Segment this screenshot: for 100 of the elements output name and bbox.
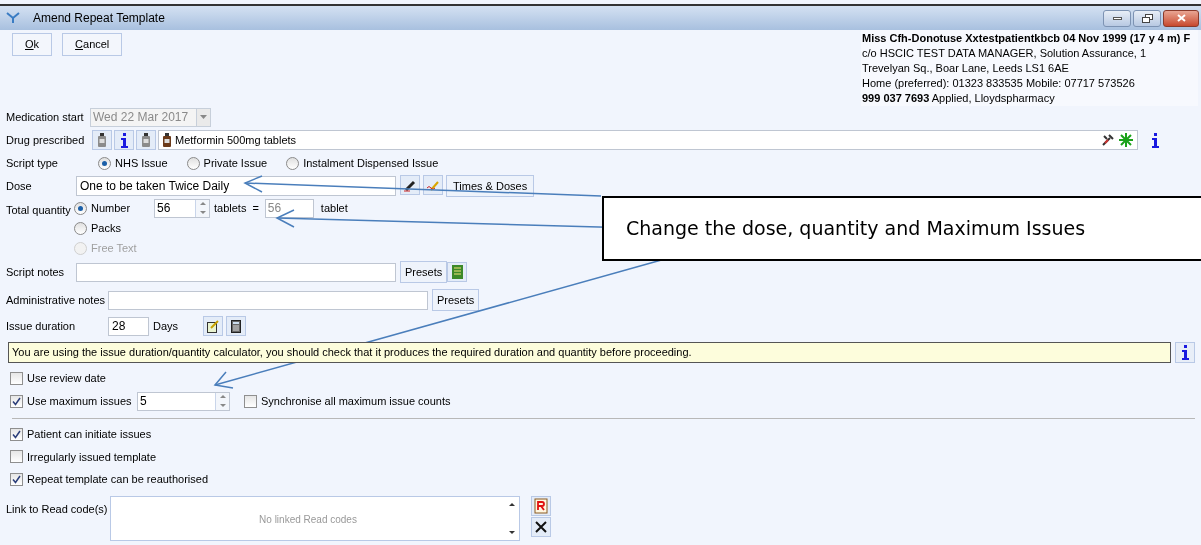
edit-icon [207,319,219,333]
edit-button[interactable] [203,316,223,336]
bottle-icon [142,133,150,147]
scroll-icon [534,497,548,514]
window-title: Amend Repeat Template [33,10,165,27]
radio-label: Number [91,200,131,216]
field-label: Drug prescribed [6,132,86,148]
checkbox-label: Patient can initiate issues [27,427,152,442]
scroll-up-icon[interactable] [509,502,515,506]
app-icon [6,12,20,24]
dose-button[interactable] [400,175,420,195]
empty-list-message: No linked Read codes [258,512,358,527]
equals-sign: = [252,200,259,216]
close-icon [535,520,547,533]
calculator-icon [231,319,241,333]
info-icon[interactable] [1152,132,1159,148]
field-label: Medication start [6,109,85,125]
restore-button[interactable] [1133,9,1161,27]
checkbox[interactable] [10,450,23,464]
patient-address: c/o HSCIC TEST DATA MANAGER, Solution Assurance, 1 [862,46,1148,61]
syringe-icon[interactable] [1101,133,1115,147]
maximum-issues-field[interactable]: 5 [137,391,230,411]
checkbox[interactable] [10,371,23,385]
radio-label: Instalment Dispensed Issue [303,155,439,171]
field-label: Total quantity [6,203,72,218]
bottle-icon [98,133,106,147]
calculator-button[interactable] [226,316,246,336]
checkbox-label: Synchronise all maximum issue counts [261,393,451,409]
document-icon [450,265,464,279]
info-message: You are using the issue duration/quantity calculator, you should check that it produces the required duration and quantity before proceeding. [8,341,1172,363]
toolbar-button[interactable]: Ok [12,33,53,56]
pen-icon [403,178,417,192]
minimize-icon [1112,16,1122,20]
checkbox[interactable] [244,394,257,408]
radio-button[interactable] [98,156,111,170]
checkbox-label: Irregularly issued template [27,449,156,465]
radio-button[interactable] [74,221,87,235]
info-icon [1181,344,1189,360]
spin-buttons[interactable] [215,392,229,410]
dose-field[interactable]: One to be taken Twice Daily [76,176,396,196]
radio-button[interactable] [286,156,300,170]
converted-field: 56 [264,198,314,218]
checkbox-label: Repeat template can be reauthorised [27,472,208,487]
spin-buttons[interactable] [195,199,209,217]
toolbar-button[interactable]: Cancel [62,33,123,56]
field-label: Dose [6,178,33,194]
bottle-icon [163,133,171,147]
scroll-down-icon[interactable] [509,530,515,534]
patient-phone: Home (preferred): 01323 833535 Mobile: 07717 573526 [862,76,1136,91]
patient-address: Trevelyan Sq., Boar Lane, Leeds LS1 6AE [862,61,1070,76]
radio-label: NHS Issue [115,155,168,171]
checkbox-label: Use review date [27,370,106,386]
date-value: Wed 22 Mar 2017 [92,109,189,126]
minimize-button[interactable] [1103,9,1131,27]
quantity-field[interactable]: 56 [154,198,210,218]
checkbox[interactable] [10,427,23,441]
callout-text: Change the dose, quantity and Maximum Issues [626,216,1086,242]
duration-field[interactable]: 28 [108,316,149,336]
add-read-code-button[interactable] [531,495,551,516]
presets-button[interactable]: Presets [400,261,448,283]
times-doses-button[interactable]: Times & Doses [446,175,535,197]
up-arrow-icon [199,202,206,206]
field-label: Script type [6,155,59,171]
maximum-issues-value: 5 [139,393,148,410]
up-arrow-icon [219,395,226,399]
drug-field[interactable]: Metformin 500mg tablets [158,130,1138,150]
info-button[interactable] [1175,341,1195,363]
close-button[interactable] [1163,9,1199,27]
field-label: Script notes [6,264,66,280]
radio-label: Free Text [91,240,137,256]
checkbox[interactable] [10,472,23,486]
close-icon [1176,14,1186,22]
drug-name: Metformin 500mg tablets [175,132,297,148]
radio-button[interactable] [74,201,87,215]
patient-name: Miss Cfh-Donotuse Xxtestpatientkbcb 04 Nov 1999 (17 y 4 m) F [862,31,1192,46]
field-label: Issue duration [6,318,77,334]
remove-read-code-button[interactable] [531,516,551,537]
unit-label: tablets [214,200,247,216]
info-button[interactable] [114,130,134,150]
down-arrow-icon [219,403,226,407]
bottle-button[interactable] [136,130,156,150]
radio-label: Packs [91,220,121,236]
radio-label: Private Issue [203,155,268,171]
presets-button[interactable]: Presets [432,289,480,311]
unit-label: tablet [320,200,348,216]
unit-label: Days [153,318,180,334]
notes-button[interactable] [447,262,468,282]
restore-icon [1141,13,1153,23]
patient-identity: 999 037 7693 Applied, Lloydspharmacy [862,91,1056,106]
script-notes-field[interactable] [76,262,396,282]
bottle-button[interactable] [92,130,112,150]
administrative-notes-field[interactable] [108,290,428,310]
field-label: Administrative notes [6,292,107,308]
radio-button[interactable] [186,156,200,170]
down-arrow-icon [199,210,206,214]
quantity-value: 56 [156,200,172,217]
field-label: Link to Read code(s) [6,501,109,517]
checkbox[interactable] [10,394,23,408]
info-icon [120,132,128,148]
checkbox-label: Use maximum issues [27,393,133,409]
